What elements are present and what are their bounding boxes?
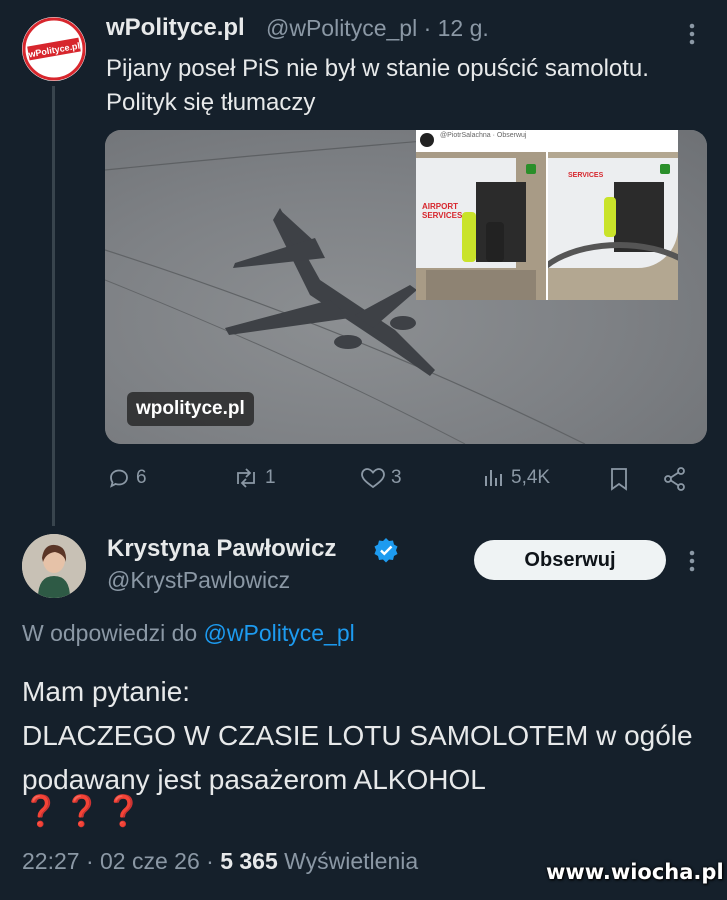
like-count: 3 bbox=[391, 467, 402, 488]
author-name[interactable]: Krystyna Pawłowicz bbox=[107, 535, 336, 563]
inset-van-text: AIRPORT SERVICES bbox=[422, 202, 463, 220]
repost-count: 1 bbox=[265, 467, 276, 488]
tweet-meta: 22:27 · 02 cze 26 · 5 365 Wyświetlenia bbox=[22, 848, 418, 875]
views-chart-icon bbox=[485, 470, 502, 486]
author-name[interactable]: wPolityce.pl bbox=[106, 14, 245, 42]
inset-photo-left: AIRPORT SERVICES bbox=[416, 152, 546, 300]
inset-photo-right: SERVICES bbox=[548, 152, 678, 300]
avatar-krystpawlowicz[interactable] bbox=[22, 534, 86, 598]
reply-button[interactable]: 6 bbox=[107, 466, 147, 490]
views-number: 5 365 bbox=[220, 848, 278, 874]
more-options-button[interactable] bbox=[686, 22, 698, 51]
share-icon bbox=[664, 467, 685, 491]
reply-count: 6 bbox=[136, 467, 147, 488]
tweet-text-line2: DLACZEGO W CZASIE LOTU SAMOLOTEM w ogóle… bbox=[22, 720, 693, 795]
repost-icon bbox=[237, 468, 255, 488]
inset-header: @PiotrSalachna · Obserwuj bbox=[440, 132, 527, 139]
reply-handle-link[interactable]: @wPolityce_pl bbox=[204, 620, 355, 646]
embedded-photo-collage: @PiotrSalachna · Obserwuj AIRPORT SERVIC… bbox=[416, 130, 678, 300]
more-vertical-icon bbox=[689, 550, 695, 572]
views-button[interactable]: 5,4K bbox=[482, 466, 550, 490]
bookmark-icon bbox=[611, 468, 627, 491]
more-vertical-icon bbox=[689, 23, 695, 45]
avatar-wpolityce[interactable]: wPolityce.pl bbox=[22, 17, 86, 81]
reply-prefix: W odpowiedzi do bbox=[22, 620, 198, 646]
tweet-text: Mam pytanie: DLACZEGO W CZASIE LOTU SAMO… bbox=[22, 670, 712, 802]
verified-badge-icon bbox=[373, 537, 399, 563]
views-count: 5,4K bbox=[511, 467, 551, 488]
follow-button[interactable]: Obserwuj bbox=[474, 540, 666, 580]
tweet-media[interactable]: wpolityce.pl @PiotrSalachna · Obserwuj A… bbox=[105, 130, 707, 444]
reply-icon bbox=[110, 469, 128, 488]
bookmark-button[interactable] bbox=[608, 466, 630, 492]
author-handle[interactable]: @KrystPawlowicz bbox=[107, 567, 290, 594]
media-watermark: wpolityce.pl bbox=[127, 392, 254, 426]
post-timestamp[interactable]: 22:27 · 02 cze 26 · bbox=[22, 848, 214, 874]
like-button[interactable]: 3 bbox=[360, 466, 402, 490]
author-handle-time: @wPolityce_pl · 12 g. bbox=[266, 15, 489, 42]
more-options-button[interactable] bbox=[686, 549, 698, 578]
heart-icon bbox=[361, 468, 385, 489]
reply-context: W odpowiedzi do @wPolityce_pl bbox=[22, 620, 355, 647]
thread-connector bbox=[52, 86, 55, 526]
views-label: Wyświetlenia bbox=[284, 848, 419, 874]
author-handle[interactable]: @wPolityce_pl bbox=[266, 15, 417, 41]
site-watermark: www.wiocha.pl bbox=[546, 860, 724, 884]
inset-avatar bbox=[420, 133, 434, 147]
tweet-text-line1: Mam pytanie: bbox=[22, 676, 191, 707]
tweet-text: Pijany poseł PiS nie był w stanie opuści… bbox=[106, 55, 649, 116]
share-button[interactable] bbox=[662, 466, 688, 492]
post-time[interactable]: · 12 g. bbox=[424, 15, 489, 41]
question-mark-emojis: ❓❓❓ bbox=[22, 795, 147, 828]
repost-button[interactable]: 1 bbox=[232, 466, 276, 490]
